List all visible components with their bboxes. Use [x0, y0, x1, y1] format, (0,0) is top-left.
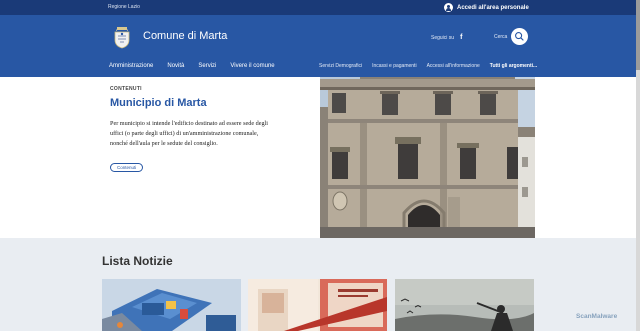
page-title: Municipio di Marta: [110, 97, 207, 109]
nav-item-servizi-demografici[interactable]: Servizi Demografici: [319, 63, 362, 69]
search-icon: [515, 32, 524, 41]
nav-item-amministrazione[interactable]: Amministrazione: [109, 63, 153, 69]
nav-item-accessi-informazione[interactable]: Accessi all'informazione: [427, 63, 480, 69]
search-label: Cerca: [494, 34, 508, 40]
nav-item-tutti-argomenti[interactable]: Tutti gli argomenti...: [490, 63, 537, 69]
watermark-logo: ScanMalware: [576, 313, 618, 320]
page-scrollbar[interactable]: [636, 0, 640, 331]
user-icon: [444, 3, 453, 12]
nav-item-vivere-il-comune[interactable]: Vivere il comune: [230, 63, 274, 69]
login-button[interactable]: Accedi all'area personale: [444, 2, 529, 13]
news-card-image[interactable]: [395, 279, 534, 331]
content-tag[interactable]: Contenuti: [110, 163, 144, 172]
coat-of-arms-logo[interactable]: [112, 25, 132, 49]
hero-content: CONTENUTI Municipio di Marta Per municip…: [0, 77, 640, 238]
municipio-building-photo: [320, 77, 535, 238]
news-section: Lista Notizie: [0, 238, 640, 331]
main-navigation: Amministrazione Novità Servizi Vivere il…: [109, 63, 289, 69]
nav-item-incassi-pagamenti[interactable]: Incassi e pagamenti: [372, 63, 416, 69]
news-card-image[interactable]: [102, 279, 241, 331]
content-category: CONTENUTI: [110, 86, 142, 92]
news-section-title: Lista Notizie: [102, 254, 173, 268]
page-description: Per municipio si intende l'edificio dest…: [110, 120, 268, 147]
facebook-icon[interactable]: f: [460, 34, 462, 41]
region-link[interactable]: Regione Lazio: [108, 4, 140, 10]
site-title[interactable]: Comune di Marta: [143, 30, 227, 42]
scrollbar-thumb[interactable]: [636, 0, 640, 70]
nav-item-servizi[interactable]: Servizi: [198, 63, 216, 69]
search-button[interactable]: [511, 28, 528, 45]
social-follow: Seguici su f: [431, 34, 462, 41]
news-card-image[interactable]: [248, 279, 387, 331]
site-header: Comune di Marta Seguici su f Cerca Ammin…: [0, 15, 640, 77]
slim-header: Regione Lazio Accedi all'area personale: [0, 0, 640, 15]
follow-label: Seguici su: [431, 34, 455, 41]
login-label: Accedi all'area personale: [457, 4, 529, 11]
nav-item-novita[interactable]: Novità: [167, 63, 184, 69]
secondary-navigation: Servizi Demografici Incassi e pagamenti …: [319, 63, 547, 69]
